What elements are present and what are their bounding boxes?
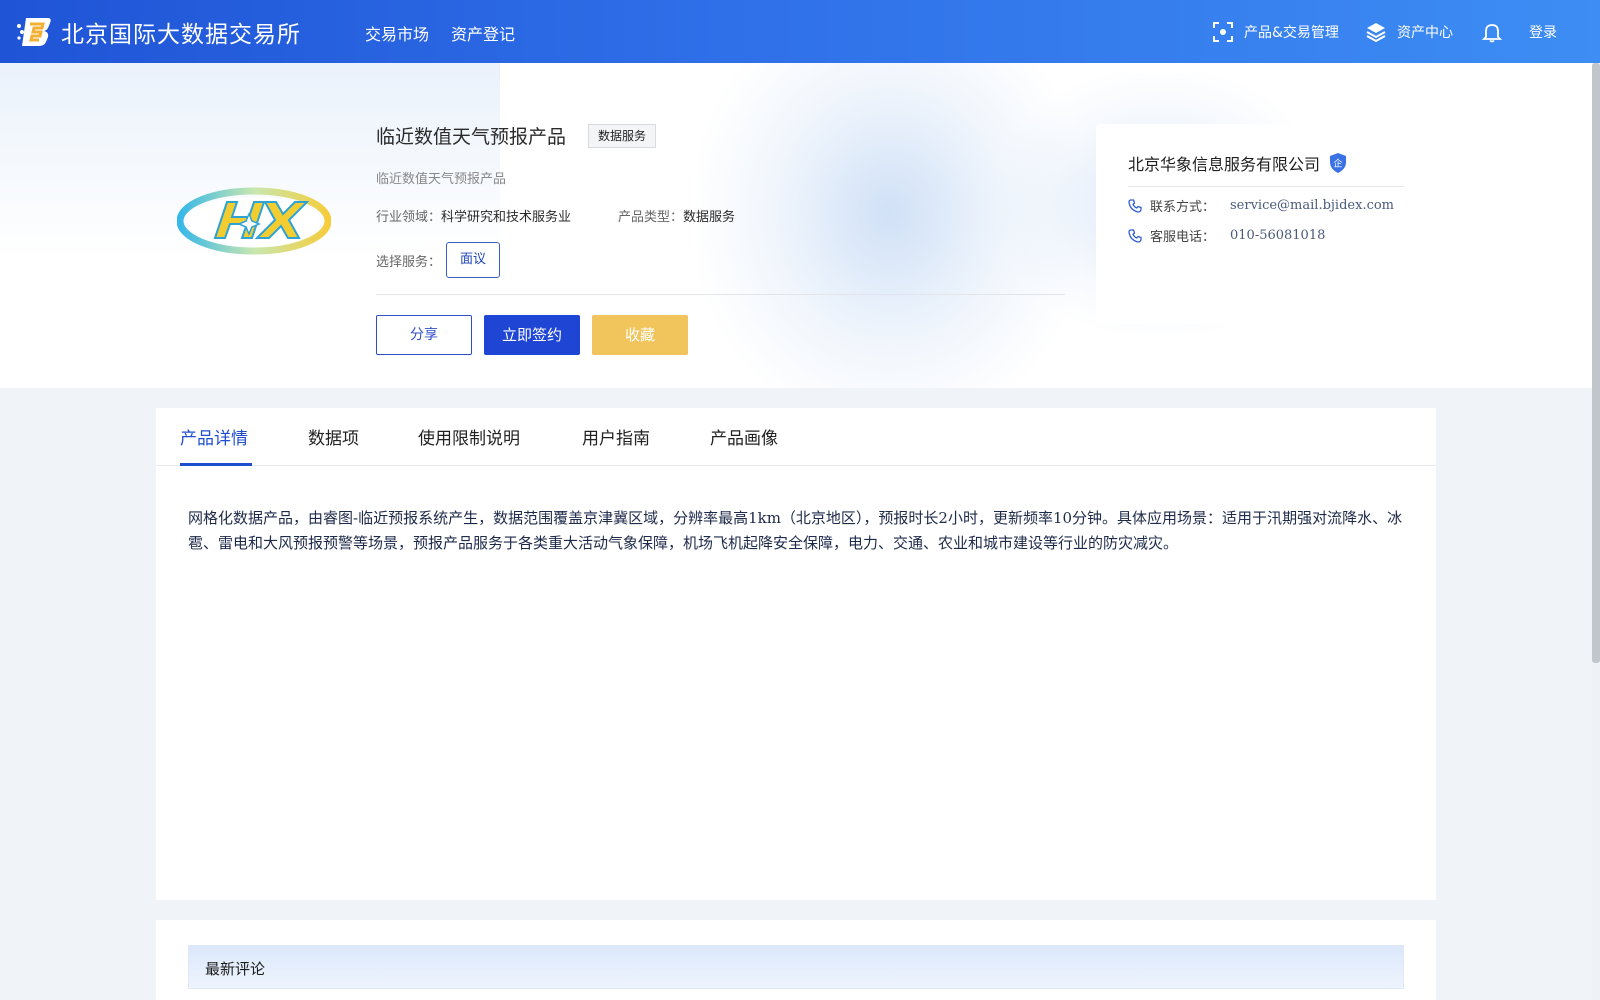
layers-icon [1366,22,1386,42]
phone-icon [1128,228,1142,243]
comments-header: 最新评论 [188,945,1404,989]
service-label: 选择服务： [376,255,442,270]
active-tab-indicator [180,463,252,466]
tab-product-profile[interactable]: 产品画像 [710,424,778,449]
nav-asset-register[interactable]: 资产登记 [451,21,515,45]
notification-button[interactable] [1481,0,1503,63]
product-type-tag: 数据服务 [588,124,657,148]
company-divider [1128,186,1404,187]
service-phone[interactable]: 010-56081018 [1230,228,1325,243]
product-detail-card: 产品详情 数据项 使用限制说明 用户指南 产品画像 网格化数据产品，由睿图-临近… [156,408,1436,900]
company-name[interactable]: 北京华象信息服务有限公司 [1128,151,1320,175]
tab-data-items[interactable]: 数据项 [308,424,359,449]
contact-email-row: 联系方式： service@mail.bjidex.com [1128,196,1394,215]
share-button[interactable]: 分享 [376,315,472,355]
product-type-label: 产品类型： [618,210,684,225]
scan-focus-icon [1213,21,1233,42]
nav-asset-center[interactable]: 资产中心 [1365,0,1453,63]
contact-email[interactable]: service@mail.bjidex.com [1230,198,1394,213]
brand-title[interactable]: 北京国际大数据交易所 [61,15,301,49]
contact-label: 联系方式： [1150,200,1216,215]
bell-icon [1481,23,1503,42]
industry-field: 行业领域：科学研究和技术服务业 [376,206,571,225]
detail-tabs: 产品详情 数据项 使用限制说明 用户指南 产品画像 [156,408,1436,466]
company-info-card: 北京华象信息服务有限公司 企 联系方式： service@mail.bjidex… [1096,124,1436,324]
tab-user-guide[interactable]: 用户指南 [582,424,650,449]
comments-card: 最新评论 [156,920,1436,1000]
phone-icon [1128,198,1142,213]
phone-label: 客服电话： [1150,230,1216,245]
product-title: 临近数值天气预报产品 [376,126,567,148]
login-link[interactable]: 登录 [1519,0,1557,63]
login-label: 登录 [1529,24,1557,41]
sign-now-button[interactable]: 立即签约 [484,315,580,355]
product-type-field: 产品类型：数据服务 [618,206,735,225]
service-option-negotiable[interactable]: 面议 [446,242,500,278]
industry-label: 行业领域： [376,210,442,225]
scrollbar-thumb[interactable] [1592,63,1600,663]
tab-product-details[interactable]: 产品详情 [180,424,248,449]
enterprise-badge-text: 企 [1333,158,1342,170]
product-trade-label: 产品&交易管理 [1244,24,1339,41]
comments-title: 最新评论 [205,960,266,978]
favorite-button[interactable]: 收藏 [592,315,688,355]
product-subtitle: 临近数值天气预报产品 [376,172,507,187]
enterprise-verified-icon: 企 [1330,153,1346,173]
nav-trade-market[interactable]: 交易市场 [365,21,429,45]
top-navbar: 北京国际大数据交易所 交易市场 资产登记 产品&交易管理 资产中心 登录 [0,0,1600,63]
industry-value: 科学研究和技术服务业 [441,210,572,225]
hx-company-logo [177,187,331,255]
bjidex-logo-icon[interactable] [16,14,52,48]
asset-center-label: 资产中心 [1397,24,1453,41]
hero-divider [376,294,1065,295]
tab-usage-restrictions[interactable]: 使用限制说明 [418,424,520,449]
product-type-value: 数据服务 [683,210,736,225]
nav-product-trade-management[interactable]: 产品&交易管理 [1212,0,1339,63]
product-description: 网格化数据产品，由睿图-临近预报系统产生，数据范围覆盖京津冀区域，分辨率最高1k… [188,509,1403,552]
service-phone-row: 客服电话： 010-56081018 [1128,226,1325,245]
